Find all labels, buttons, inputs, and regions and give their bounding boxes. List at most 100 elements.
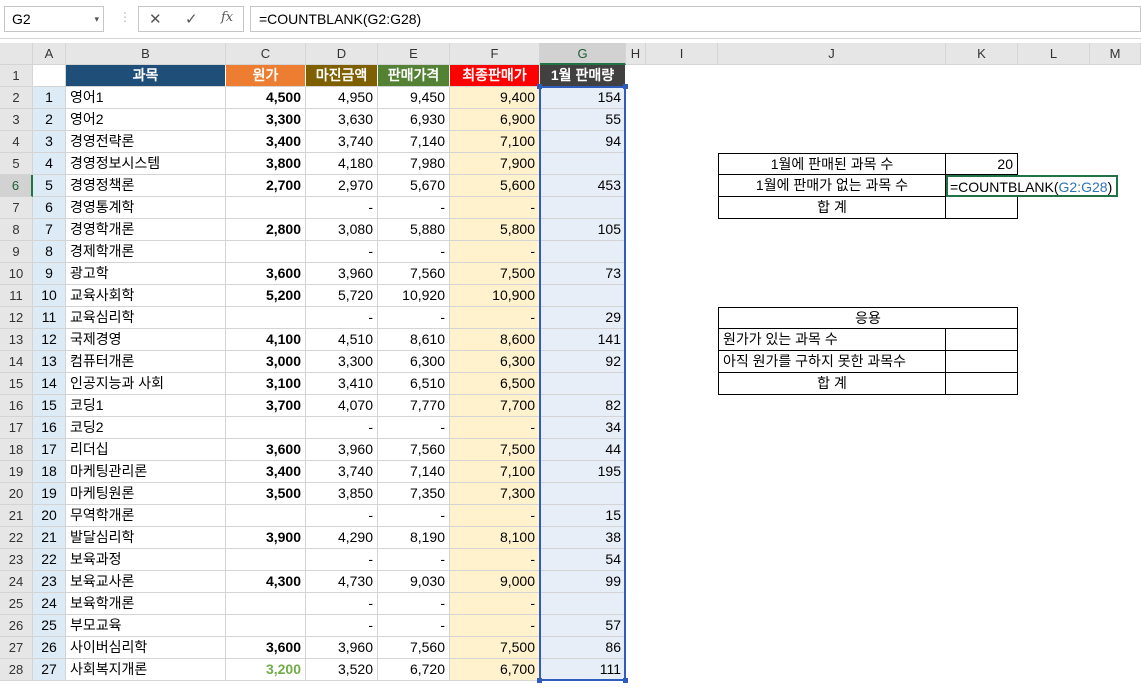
table-cell-c[interactable]: 3,300	[226, 109, 306, 131]
column-header-d[interactable]: D	[306, 43, 378, 65]
column-header-l[interactable]: L	[1018, 43, 1090, 65]
table-cell-c[interactable]: 3,900	[226, 527, 306, 549]
table-cell-d[interactable]: -	[306, 197, 378, 219]
table-cell-d[interactable]: -	[306, 593, 378, 615]
sold-count-label[interactable]: 1월에 판매된 과목 수	[718, 153, 946, 175]
table-cell-c[interactable]	[226, 549, 306, 571]
table-cell-a[interactable]: 12	[33, 329, 66, 351]
row-header[interactable]: 16	[0, 395, 33, 417]
column-header-f[interactable]: F	[450, 43, 540, 65]
table-cell-c[interactable]: 3,400	[226, 461, 306, 483]
unsold-count-label[interactable]: 1월에 판매가 없는 과목 수	[718, 175, 946, 197]
table-cell-c[interactable]: 3,600	[226, 637, 306, 659]
table-cell-d[interactable]: 4,290	[306, 527, 378, 549]
table-cell-f[interactable]: 7,900	[450, 153, 540, 175]
table-cell-a[interactable]: 13	[33, 351, 66, 373]
row-header[interactable]: 22	[0, 527, 33, 549]
table-cell-f[interactable]: -	[450, 197, 540, 219]
column-header-c[interactable]: C	[226, 43, 306, 65]
table-cell-g[interactable]	[540, 593, 626, 615]
table-cell-e[interactable]: 7,140	[378, 461, 450, 483]
table-cell-b[interactable]: 보육교사론	[66, 571, 226, 593]
table-cell-e[interactable]: 7,560	[378, 439, 450, 461]
table-cell-f[interactable]: 6,700	[450, 659, 540, 681]
table-cell-a[interactable]: 21	[33, 527, 66, 549]
with-cost-value[interactable]	[946, 329, 1018, 351]
formula-input[interactable]: =COUNTBLANK(G2:G28)	[250, 6, 1141, 32]
table-cell-b[interactable]: 경영통계학	[66, 197, 226, 219]
application-title[interactable]: 응용	[718, 307, 1018, 329]
table-cell-d[interactable]: 3,960	[306, 637, 378, 659]
table-cell-b[interactable]: 부모교육	[66, 615, 226, 637]
table-cell-e[interactable]: -	[378, 307, 450, 329]
sold-count-value[interactable]: 20	[946, 153, 1018, 175]
table-cell-e[interactable]: 9,450	[378, 87, 450, 109]
table-header-f[interactable]: 최종판매가	[450, 65, 540, 87]
table-cell-b[interactable]: 교육사회학	[66, 285, 226, 307]
table-cell-c[interactable]	[226, 505, 306, 527]
table-cell-g[interactable]: 15	[540, 505, 626, 527]
table-cell-d[interactable]: 3,410	[306, 373, 378, 395]
table-cell-d[interactable]: -	[306, 549, 378, 571]
table-cell-g[interactable]: 34	[540, 417, 626, 439]
table-cell-b[interactable]: 사회복지개론	[66, 659, 226, 681]
table-cell-b[interactable]: 발달심리학	[66, 527, 226, 549]
table-cell-a[interactable]: 6	[33, 197, 66, 219]
table-cell-a[interactable]: 1	[33, 87, 66, 109]
table-cell-a[interactable]: 27	[33, 659, 66, 681]
table-cell-g[interactable]: 105	[540, 219, 626, 241]
table-cell-f[interactable]: -	[450, 241, 540, 263]
summary-total-value[interactable]	[946, 197, 1018, 219]
table-cell-e[interactable]: -	[378, 593, 450, 615]
table-cell-b[interactable]: 보육학개론	[66, 593, 226, 615]
table-cell-d[interactable]: 3,960	[306, 263, 378, 285]
table-cell-g[interactable]	[540, 483, 626, 505]
table-header-b[interactable]: 과목	[66, 65, 226, 87]
table-cell-c[interactable]	[226, 197, 306, 219]
table-cell-g[interactable]	[540, 153, 626, 175]
table-cell-e[interactable]: -	[378, 505, 450, 527]
table-header-e[interactable]: 판매가격	[378, 65, 450, 87]
table-cell-c[interactable]: 3,100	[226, 373, 306, 395]
table-cell-e[interactable]: 6,510	[378, 373, 450, 395]
row-header[interactable]: 20	[0, 483, 33, 505]
column-header-j[interactable]: J	[718, 43, 946, 65]
table-cell-f[interactable]: 9,400	[450, 87, 540, 109]
table-cell-e[interactable]: 6,930	[378, 109, 450, 131]
table-cell-d[interactable]: 4,070	[306, 395, 378, 417]
cell-a1[interactable]	[33, 65, 66, 87]
table-cell-g[interactable]: 99	[540, 571, 626, 593]
without-cost-value[interactable]	[946, 351, 1018, 373]
row-header[interactable]: 13	[0, 329, 33, 351]
table-cell-d[interactable]: 3,850	[306, 483, 378, 505]
table-header-c[interactable]: 원가	[226, 65, 306, 87]
table-cell-a[interactable]: 18	[33, 461, 66, 483]
table-cell-e[interactable]: 9,030	[378, 571, 450, 593]
table-cell-e[interactable]: 5,670	[378, 175, 450, 197]
table-cell-g[interactable]	[540, 241, 626, 263]
table-cell-c[interactable]	[226, 615, 306, 637]
table-cell-a[interactable]: 15	[33, 395, 66, 417]
table-cell-f[interactable]: 7,300	[450, 483, 540, 505]
table-cell-c[interactable]: 4,500	[226, 87, 306, 109]
row-header[interactable]: 10	[0, 263, 33, 285]
row-header[interactable]: 24	[0, 571, 33, 593]
column-header-k[interactable]: K	[946, 43, 1018, 65]
table-cell-c[interactable]: 3,000	[226, 351, 306, 373]
column-header-g[interactable]: G	[540, 43, 626, 65]
table-cell-f[interactable]: 10,900	[450, 285, 540, 307]
table-cell-a[interactable]: 24	[33, 593, 66, 615]
summary-total-label[interactable]: 합 계	[718, 197, 946, 219]
table-cell-b[interactable]: 코딩2	[66, 417, 226, 439]
range-resize-handle[interactable]	[623, 678, 628, 683]
table-cell-a[interactable]: 7	[33, 219, 66, 241]
unsold-count-formula-cell[interactable]: =COUNTBLANK(G2:G28)	[946, 175, 1118, 197]
table-cell-f[interactable]: 5,600	[450, 175, 540, 197]
row-header[interactable]: 12	[0, 307, 33, 329]
table-cell-e[interactable]: -	[378, 417, 450, 439]
row-header[interactable]: 28	[0, 659, 33, 681]
table-cell-c[interactable]	[226, 417, 306, 439]
table-cell-d[interactable]: 5,720	[306, 285, 378, 307]
table-cell-g[interactable]: 195	[540, 461, 626, 483]
table-cell-c[interactable]: 2,700	[226, 175, 306, 197]
